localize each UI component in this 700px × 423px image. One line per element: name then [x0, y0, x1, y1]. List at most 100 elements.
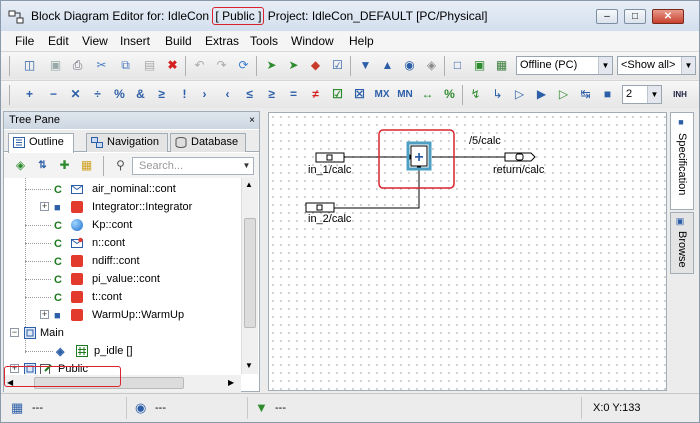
check-icon[interactable]: ☑	[329, 57, 346, 74]
tree-item[interactable]: + ■ Integrator::Integrator	[4, 198, 241, 216]
cut-icon[interactable]: ✂	[93, 57, 110, 74]
paste-icon[interactable]: ▤	[141, 57, 158, 74]
diagram-drawing: + in_1/calc in_2/calc return/calc /5/cal…	[305, 129, 545, 225]
chevron-down-icon[interactable]: ▼	[647, 86, 661, 103]
select-operator-button[interactable]: ☑	[329, 86, 346, 103]
build-icon[interactable]: ➤	[285, 57, 302, 74]
not-operator-button[interactable]: !	[176, 86, 193, 103]
mux-operator-button[interactable]: ☒	[351, 86, 368, 103]
redo-icon[interactable]: ↷	[213, 57, 230, 74]
toolbar-separator	[350, 56, 351, 76]
tree-item[interactable]: C ndiff::cont	[4, 252, 241, 270]
call-icon[interactable]: ▷	[555, 86, 572, 103]
expand-toggle[interactable]: +	[40, 310, 49, 319]
search-input[interactable]: Search... ▼	[132, 157, 254, 175]
menu-file[interactable]: File	[15, 34, 34, 48]
if-block-icon[interactable]: ▷	[511, 86, 528, 103]
build-all-icon[interactable]: ◆	[307, 57, 324, 74]
sort-icon[interactable]: ⇅	[34, 157, 51, 174]
filter-icon[interactable]: ◈	[12, 157, 29, 174]
add-variable-icon[interactable]: ✚	[56, 157, 73, 174]
chevron-down-icon[interactable]: ▼	[240, 158, 253, 174]
and-operator-button[interactable]: &	[132, 86, 149, 103]
upload-icon[interactable]: ▲	[379, 57, 396, 74]
tree-item[interactable]: ◈ p_idle []	[4, 342, 241, 360]
limit-operator-button[interactable]: ↔	[419, 86, 436, 103]
modulo-operator-button[interactable]: %	[111, 86, 128, 103]
flow-icon[interactable]: ↳	[489, 86, 506, 103]
menu-help[interactable]: Help	[349, 34, 374, 48]
greater-operator-button[interactable]: ›	[196, 86, 213, 103]
watch-icon[interactable]: ◈	[423, 57, 440, 74]
menu-build[interactable]: Build	[165, 34, 192, 48]
show-filter-select[interactable]: <Show all> ▼	[617, 56, 696, 75]
chevron-down-icon[interactable]: ▼	[681, 57, 695, 74]
scrollbar-thumb[interactable]	[244, 218, 256, 328]
minimize-button[interactable]: ‒	[596, 9, 618, 24]
add-operator-button[interactable]: +	[21, 86, 38, 103]
search-icon[interactable]: ⚲	[112, 157, 129, 174]
not-equal-operator-button[interactable]: ≠	[307, 86, 324, 103]
monitor-icon[interactable]: □	[449, 57, 466, 74]
maximize-button[interactable]: □	[624, 9, 646, 24]
menu-tools[interactable]: Tools	[250, 34, 278, 48]
greater-equal-operator-button[interactable]: ≥	[263, 86, 280, 103]
tree-item[interactable]: C n::cont	[4, 234, 241, 252]
diagram-canvas[interactable]: + in_1/calc in_2/calc return/calc /5/cal…	[268, 112, 667, 391]
return-icon[interactable]: ↹	[577, 86, 594, 103]
less-operator-button[interactable]: ‹	[219, 86, 236, 103]
scroll-up-icon[interactable]: ▲	[245, 180, 253, 189]
percent-operator-button[interactable]: %	[441, 86, 458, 103]
max-operator-button[interactable]: MX	[372, 86, 392, 103]
tree-vertical-scrollbar[interactable]: ▲ ▼	[241, 178, 258, 374]
expand-toggle[interactable]: +	[40, 202, 49, 211]
menu-insert[interactable]: Insert	[120, 34, 150, 48]
tab-navigation[interactable]: Navigation	[86, 133, 168, 152]
equal-operator-button[interactable]: =	[285, 86, 302, 103]
connect-icon[interactable]: ▣	[471, 57, 488, 74]
terminal-icon[interactable]: ■	[599, 86, 616, 103]
collapse-toggle[interactable]: −	[10, 328, 19, 337]
print-icon[interactable]: ⎙	[69, 57, 86, 74]
close-window-button[interactable]: ✕	[652, 9, 684, 24]
connection-icon[interactable]: ↯	[467, 86, 484, 103]
min-operator-button[interactable]: MN	[395, 86, 415, 103]
online-icon[interactable]: ◉	[401, 57, 418, 74]
tree-item[interactable]: C t::cont	[4, 288, 241, 306]
refresh-icon[interactable]: ⟳	[235, 57, 252, 74]
add-folder-icon[interactable]: ▦	[78, 157, 95, 174]
or-operator-button[interactable]: ≥	[153, 86, 170, 103]
tab-browse[interactable]: ▣ Browse	[670, 212, 694, 274]
scroll-right-icon[interactable]: ▶	[228, 378, 234, 387]
compile-icon[interactable]: ➤	[263, 57, 280, 74]
menu-view[interactable]: View	[82, 34, 108, 48]
less-equal-operator-button[interactable]: ≤	[241, 86, 258, 103]
mode-select[interactable]: Offline (PC) ▼	[516, 56, 613, 75]
undo-icon[interactable]: ↶	[191, 57, 208, 74]
inherit-button[interactable]: INH	[669, 86, 691, 103]
scroll-down-icon[interactable]: ▼	[245, 361, 253, 370]
menu-extras[interactable]: Extras	[205, 34, 239, 48]
chevron-down-icon[interactable]: ▼	[598, 57, 612, 74]
tree-item[interactable]: C air_nominal::cont	[4, 180, 241, 198]
tab-outline[interactable]: Outline	[8, 133, 74, 153]
tree-item[interactable]: C pi_value::cont	[4, 270, 241, 288]
zoom-select[interactable]: 2 ▼	[622, 85, 662, 104]
save-icon[interactable]: ▣	[47, 57, 64, 74]
tab-database[interactable]: Database	[170, 133, 246, 152]
tab-specification[interactable]: ■ Specification	[670, 112, 694, 210]
new-diagram-icon[interactable]: ◫	[21, 57, 38, 74]
copy-icon[interactable]: ⧉	[117, 57, 134, 74]
tree-item[interactable]: C Kp::cont	[4, 216, 241, 234]
delete-icon[interactable]: ✖	[164, 57, 181, 74]
subtract-operator-button[interactable]: −	[45, 86, 62, 103]
if-else-icon[interactable]: ▶	[533, 86, 550, 103]
download-icon[interactable]: ▼	[357, 57, 374, 74]
menu-window[interactable]: Window	[291, 34, 334, 48]
tree-item[interactable]: + ■ WarmUp::WarmUp	[4, 306, 241, 324]
close-icon[interactable]: ×	[249, 112, 255, 129]
menu-edit[interactable]: Edit	[48, 34, 69, 48]
divide-operator-button[interactable]: ÷	[89, 86, 106, 103]
tree-item-main[interactable]: − Main	[4, 324, 241, 342]
multiply-operator-button[interactable]: ✕	[67, 86, 84, 103]
